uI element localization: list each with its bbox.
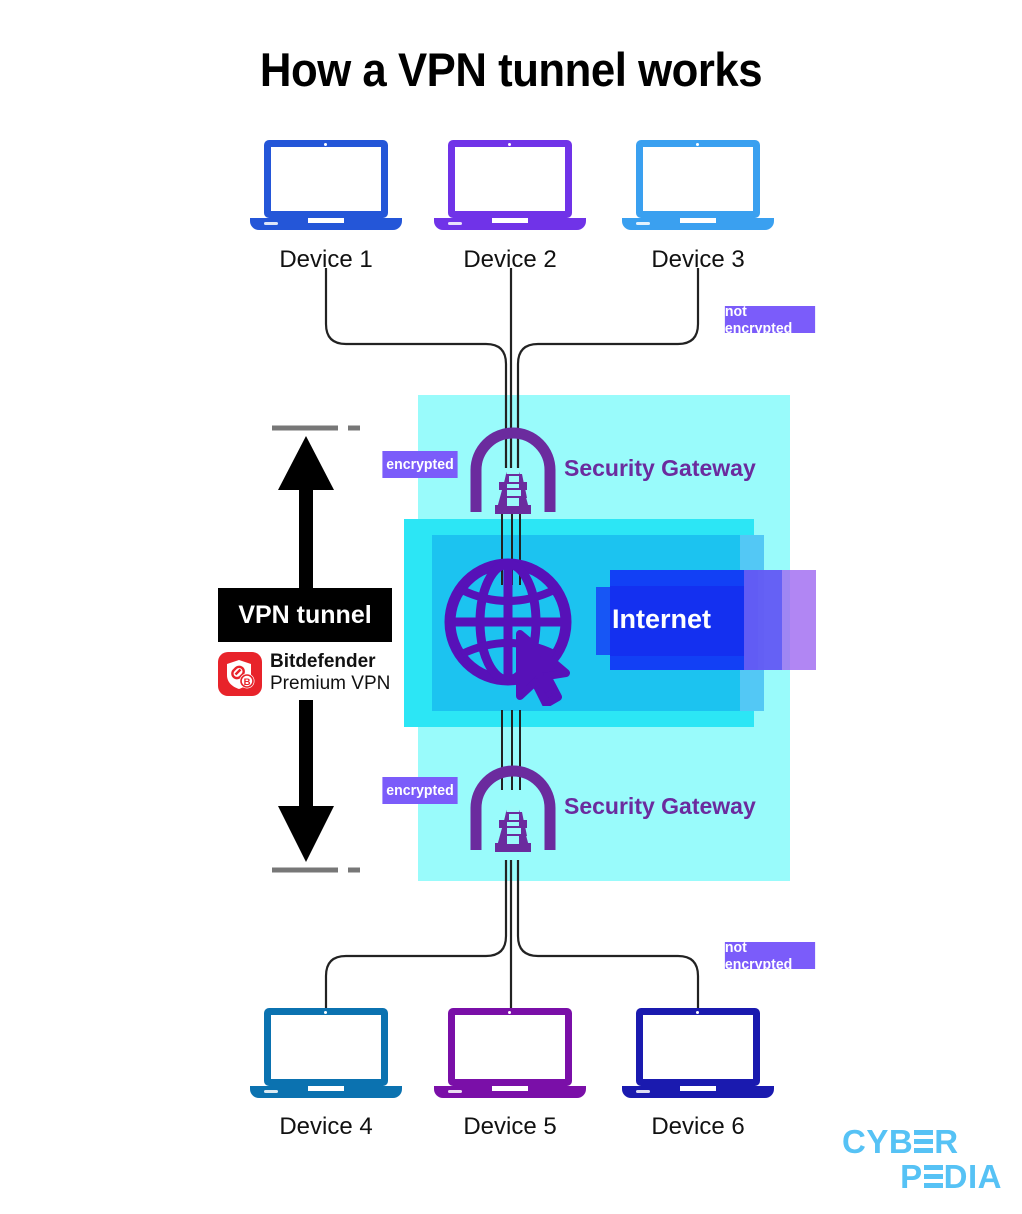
bitdefender-shield-icon: B: [218, 652, 262, 696]
laptop-indicator: [448, 1090, 462, 1093]
badge-not-encrypted-bottom: not encrypted: [724, 939, 816, 973]
cyberpedia-logo-text-b: R: [934, 1123, 959, 1160]
laptop-screen: [448, 1008, 572, 1086]
device-label-6: Device 6: [651, 1113, 745, 1140]
laptop-icon: [622, 1008, 774, 1104]
laptop-screen: [636, 1008, 760, 1086]
laptop-camera-icon: [324, 143, 327, 146]
laptop-camera-icon: [696, 143, 699, 146]
device-label-4: Device 4: [279, 1113, 373, 1140]
laptop-screen: [264, 140, 388, 218]
bitdefender-brand-name: Bitdefender: [270, 651, 376, 672]
laptop-camera-icon: [324, 1011, 327, 1014]
gateway-label-bottom: Security Gateway: [564, 793, 756, 819]
internet-label: Internet: [612, 604, 712, 634]
vpn-tunnel-label-box: VPN tunnel: [218, 588, 392, 642]
laptop-notch: [680, 1086, 716, 1091]
arrow-up-icon: [272, 425, 360, 598]
laptop-camera-icon: [508, 1011, 511, 1014]
laptop-screen: [448, 140, 572, 218]
badge-encrypted-bottom: encrypted: [382, 777, 458, 804]
laptop-icon: [622, 140, 774, 236]
laptop-screen: [264, 1008, 388, 1086]
internet-label-violet-overlay-2: [744, 570, 782, 670]
badge-encrypted-top: encrypted: [382, 451, 458, 478]
cyberpedia-logo-line-2: P DIA: [842, 1159, 1002, 1194]
cyberpedia-logo-text-a: CYB: [842, 1123, 914, 1160]
laptop-notch: [680, 218, 716, 223]
laptop-indicator: [636, 222, 650, 225]
diagram-canvas: How a VPN tunnel works Device 1 Device 2…: [0, 0, 1022, 1214]
page-title: How a VPN tunnel works: [259, 43, 763, 96]
gateway-label-top: Security Gateway: [564, 455, 756, 481]
cyberpedia-logo-text-c: P: [900, 1158, 923, 1195]
laptop-indicator: [264, 1090, 278, 1093]
device-label-5: Device 5: [463, 1113, 557, 1140]
laptop-indicator: [448, 222, 462, 225]
bitdefender-brand-block: B Bitdefender Premium VPN: [218, 651, 418, 698]
globe-cursor-icon: [444, 558, 572, 706]
badge-not-encrypted-top: not encrypted: [724, 303, 816, 337]
laptop-icon: [250, 1008, 402, 1104]
stylized-e-icon: [923, 1165, 943, 1188]
laptop-notch: [492, 1086, 528, 1091]
laptop-camera-icon: [696, 1011, 699, 1014]
cyberpedia-logo: CYB R P DIA: [842, 1124, 1002, 1196]
stylized-e-icon: [914, 1130, 934, 1153]
laptop-icon: [250, 140, 402, 236]
device-label-2: Device 2: [463, 246, 557, 273]
tunnel-gateway-icon: [470, 427, 556, 514]
device-label-1: Device 1: [279, 246, 373, 273]
arrow-down-icon: [272, 700, 360, 873]
cyberpedia-logo-text-d: DIA: [943, 1158, 1002, 1195]
laptop-indicator: [264, 222, 278, 225]
laptop-notch: [308, 1086, 344, 1091]
laptop-notch: [492, 218, 528, 223]
vpn-tunnel-label: VPN tunnel: [238, 600, 372, 629]
laptop-screen: [636, 140, 760, 218]
svg-text:B: B: [244, 677, 251, 688]
tunnel-gateway-icon: [470, 765, 556, 852]
laptop-icon: [434, 140, 586, 236]
bitdefender-product-name: Premium VPN: [270, 673, 391, 694]
device-label-3: Device 3: [651, 246, 745, 273]
laptop-camera-icon: [508, 143, 511, 146]
cyberpedia-logo-line-1: CYB R: [842, 1124, 1002, 1159]
laptop-icon: [434, 1008, 586, 1104]
laptop-indicator: [636, 1090, 650, 1093]
laptop-notch: [308, 218, 344, 223]
